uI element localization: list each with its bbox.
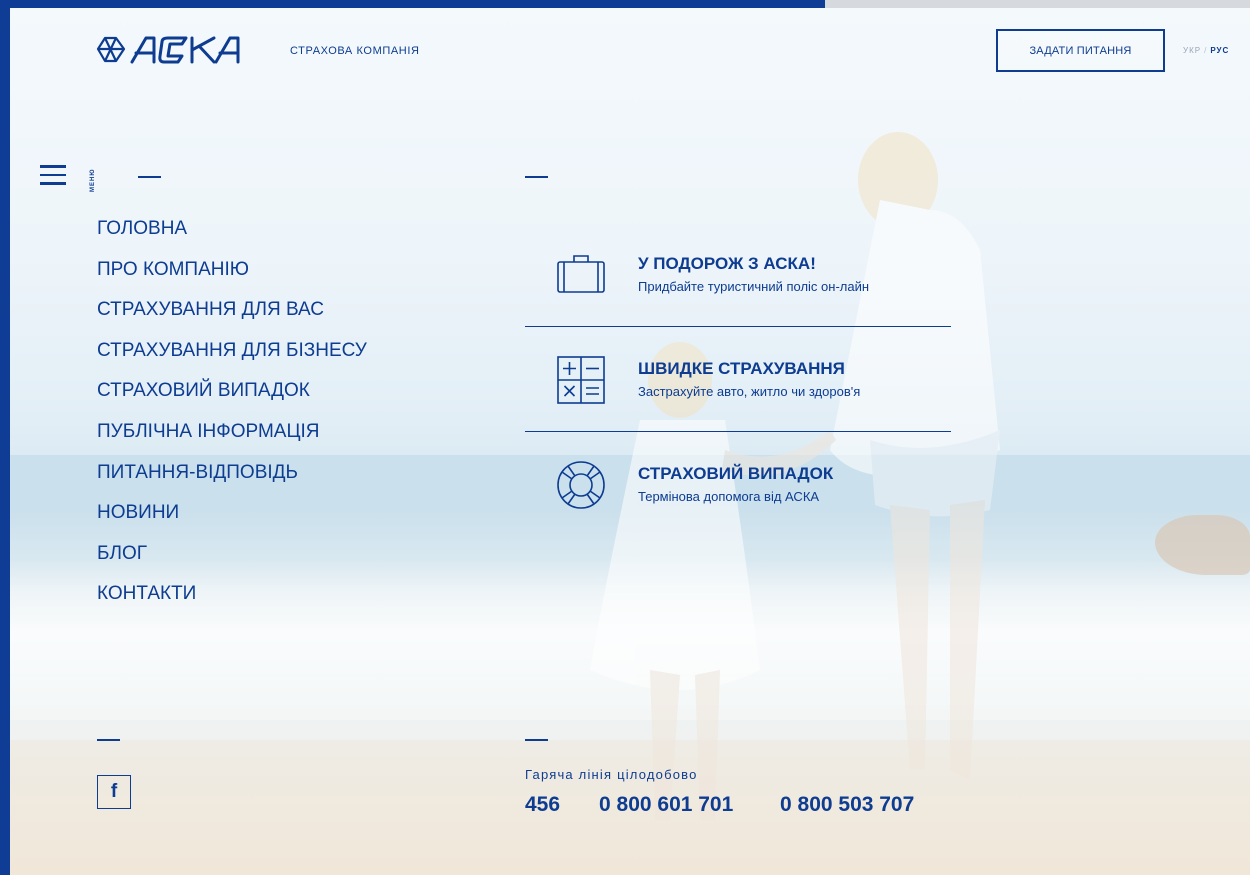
facebook-icon: f — [110, 781, 118, 802]
lang-separator: / — [1204, 46, 1208, 55]
hamburger-menu-icon[interactable] — [40, 165, 66, 185]
calculator-icon — [557, 355, 605, 404]
nav-item-insurance-case[interactable]: СТРАХОВИЙ ВИПАДОК — [97, 380, 367, 421]
feature-insurance-case[interactable]: СТРАХОВИЙ ВИПАДОК Термінова допомога від… — [525, 433, 951, 537]
nav-item-about[interactable]: ПРО КОМПАНІЮ — [97, 259, 367, 300]
suitcase-icon — [557, 254, 605, 293]
feature-title: ШВИДКЕ СТРАХУВАННЯ — [638, 359, 845, 378]
nav-item-news[interactable]: НОВИНИ — [97, 502, 367, 543]
top-frame-bar — [0, 0, 825, 8]
lang-ukr[interactable]: УКР — [1183, 46, 1201, 55]
feature-title: СТРАХОВИЙ ВИПАДОК — [638, 464, 834, 483]
social-dash — [97, 739, 120, 741]
phone-1[interactable]: 0 800 601 701 — [599, 793, 733, 817]
menu-dash — [138, 176, 161, 178]
nav-item-contacts[interactable]: КОНТАКТИ — [97, 583, 367, 624]
nav-item-blog[interactable]: БЛОГ — [97, 543, 367, 584]
left-frame-bar — [0, 0, 10, 875]
tagline: СТРАХОВА КОМПАНІЯ — [290, 45, 420, 57]
nav-item-faq[interactable]: ПИТАННЯ-ВІДПОВІДЬ — [97, 462, 367, 503]
language-switcher: УКР / РУС — [1183, 46, 1229, 55]
top-frame-bar-gray — [825, 0, 1250, 8]
facebook-button[interactable]: f — [97, 775, 131, 809]
feature-quick-insurance[interactable]: ШВИДКЕ СТРАХУВАННЯ Застрахуйте авто, жит… — [525, 328, 951, 432]
hotline-dash — [525, 739, 548, 741]
nav-item-home[interactable]: ГОЛОВНА — [97, 218, 367, 259]
menu-caption: МЕНЮ — [90, 168, 96, 192]
nav-item-insurance-business[interactable]: СТРАХУВАННЯ ДЛЯ БІЗНЕСУ — [97, 340, 367, 381]
nav-item-public-info[interactable]: ПУБЛІЧНА ІНФОРМАЦІЯ — [97, 421, 367, 462]
phone-2[interactable]: 0 800 503 707 — [780, 793, 914, 817]
ask-question-button[interactable]: ЗАДАТИ ПИТАННЯ — [996, 29, 1165, 72]
feature-travel[interactable]: У ПОДОРОЖ З АСКА! Придбайте туристичний … — [525, 223, 951, 327]
features-dash — [525, 176, 548, 178]
lang-rus[interactable]: РУС — [1210, 46, 1229, 55]
feature-title: У ПОДОРОЖ З АСКА! — [638, 254, 816, 273]
hotline-label: Гаряча лінія цілодобово — [525, 767, 698, 782]
phone-short[interactable]: 456 — [525, 793, 560, 817]
aska-logo-mark — [96, 36, 240, 64]
feature-subtitle: Застрахуйте авто, житло чи здоров'я — [638, 384, 861, 399]
nav-item-insurance-personal[interactable]: СТРАХУВАННЯ ДЛЯ ВАС — [97, 299, 367, 340]
feature-subtitle: Термінова допомога від АСКА — [638, 489, 820, 504]
main-nav: ГОЛОВНА ПРО КОМПАНІЮ СТРАХУВАННЯ ДЛЯ ВАС… — [97, 218, 367, 624]
lifebuoy-icon — [557, 461, 605, 509]
feature-subtitle: Придбайте туристичний поліс он-лайн — [638, 279, 870, 294]
aska-logo[interactable] — [96, 34, 258, 66]
